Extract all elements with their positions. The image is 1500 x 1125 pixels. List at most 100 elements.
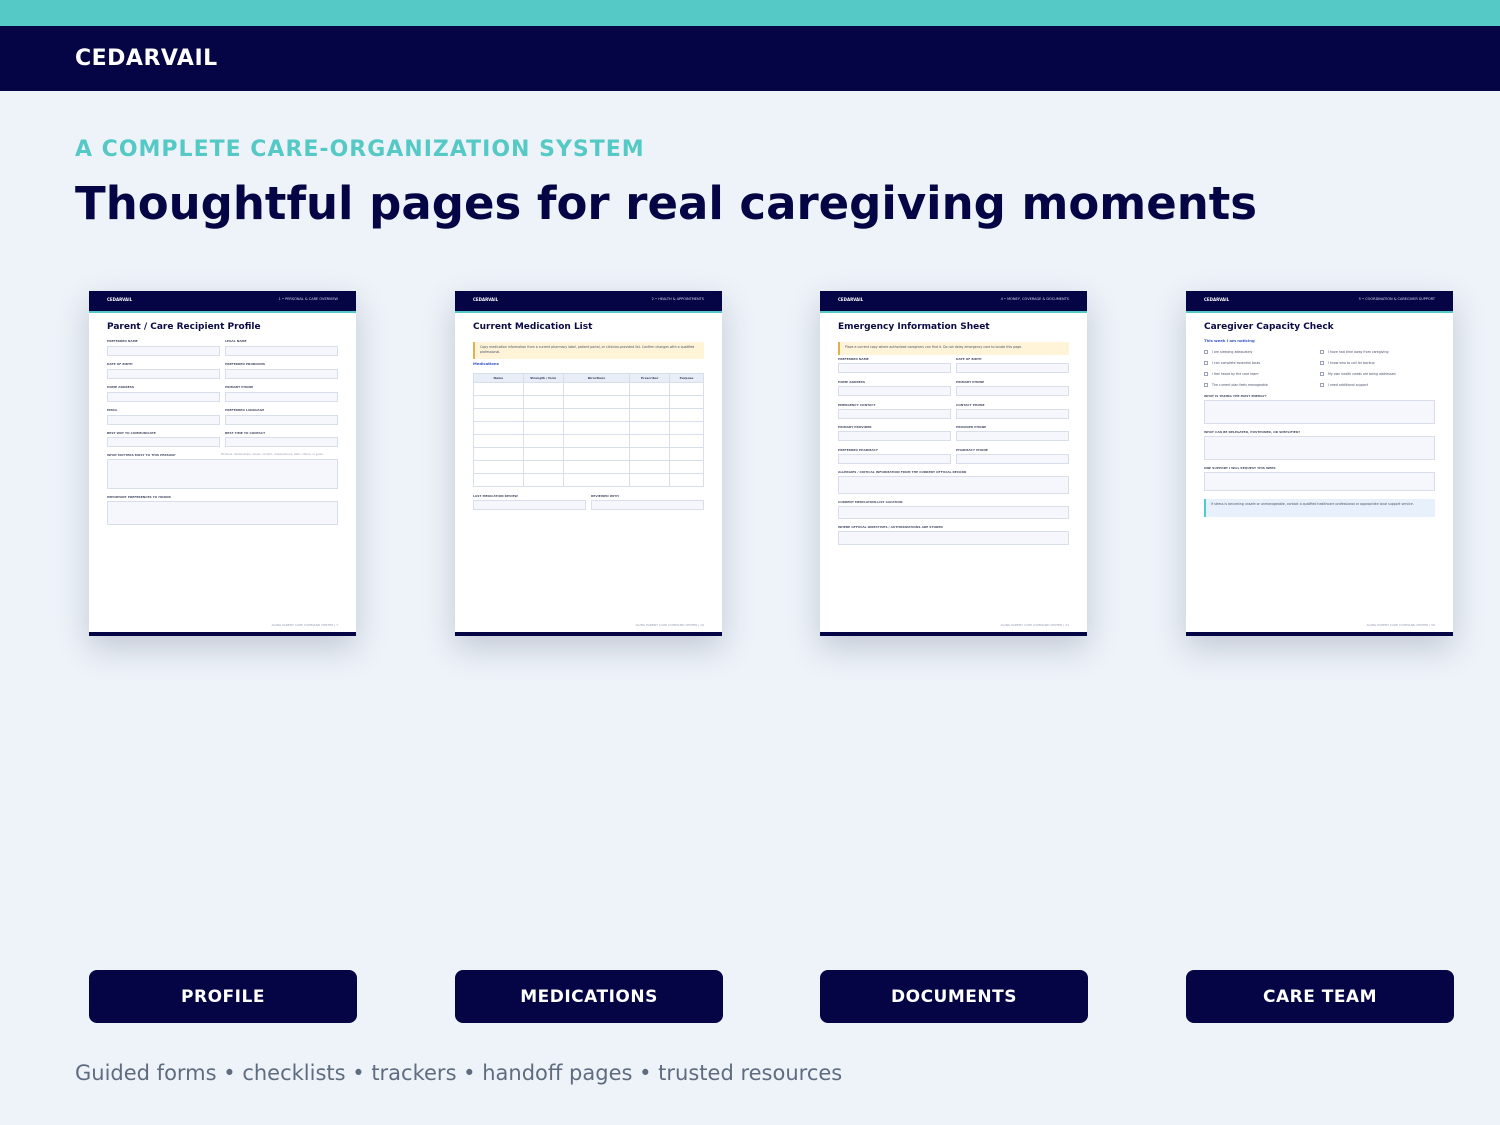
checklist-item: I need additional support (1320, 383, 1368, 387)
checkbox-icon (1320, 350, 1324, 354)
field-label: BEST TIME TO CONTACT (225, 431, 266, 435)
checklist-item: I am sleeping adequately (1204, 350, 1252, 354)
form-field (107, 392, 220, 402)
eyebrow-label: A COMPLETE CARE-ORGANIZATION SYSTEM (75, 137, 645, 162)
form-field (956, 363, 1069, 373)
medication-table: Name Strength / form Directions Prescrib… (473, 373, 704, 487)
form-field (838, 431, 951, 441)
field-label: HOME ADDRESS (838, 380, 865, 384)
field-label: WHAT MATTERS MOST TO THIS PERSON? (107, 453, 176, 457)
field-label: CURRENT MEDICATION-LIST LOCATION (838, 500, 903, 504)
field-label: PREFERRED NAME (838, 357, 869, 361)
field-label: PRIMARY PROVIDER (838, 425, 872, 429)
checklist-item: My own health needs are being addressed (1320, 372, 1396, 376)
field-label: EMAIL (107, 408, 118, 412)
section-subhead: This week I am noticing (1204, 338, 1255, 343)
page-bottom-bar (455, 632, 722, 636)
support-callout: If stress is becoming unsafe or unmanage… (1204, 499, 1435, 517)
top-accent-bar (0, 0, 1500, 26)
field-label: PRIMARY PHONE (956, 380, 985, 384)
care-team-button[interactable]: CARE TEAM (1186, 970, 1454, 1023)
field-label: PROVIDER PHONE (956, 425, 987, 429)
field-label: REVIEWED WITH (591, 494, 619, 498)
form-field (1204, 400, 1435, 424)
field-label: DATE OF BIRTH (956, 357, 982, 361)
form-field (838, 454, 951, 464)
page-brand: CEDARVAIL (473, 297, 499, 302)
table-header-cell: Directions (562, 373, 631, 383)
page-bottom-bar (820, 632, 1087, 636)
page-footer: AGING PARENT CARE COMMAND CENTER | 16 (635, 623, 704, 627)
page-title: Parent / Care Recipient Profile (107, 322, 261, 332)
field-label: ALLERGIES / CRITICAL INFORMATION FROM TH… (838, 470, 967, 474)
form-field (225, 369, 338, 379)
form-field (225, 415, 338, 425)
form-field (107, 369, 220, 379)
profile-button[interactable]: PROFILE (89, 970, 357, 1023)
page-footer: AGING PARENT CARE COMMAND CENTER | 7 (271, 623, 338, 627)
page-footer: AGING PARENT CARE COMMAND CENTER | 56 (1366, 623, 1435, 627)
table-row (473, 447, 704, 461)
form-field (473, 500, 586, 510)
page-section: 2 • HEALTH & APPOINTMENTS (651, 297, 704, 301)
page-brand: CEDARVAIL (838, 297, 864, 302)
form-field (838, 476, 1069, 494)
field-label: PREFERRED LANGUAGE (225, 408, 265, 412)
page-brand: CEDARVAIL (1204, 297, 1230, 302)
form-field (225, 437, 338, 447)
form-field (107, 437, 220, 447)
brand-logo[interactable]: CEDARVAIL (75, 46, 218, 71)
checkbox-icon (1320, 383, 1324, 387)
field-label: PRIMARY PHONE (225, 385, 254, 389)
page-title: Emergency Information Sheet (838, 322, 990, 332)
checkbox-icon (1204, 372, 1208, 376)
field-label: DATE OF BIRTH (107, 362, 133, 366)
field-label: CONTACT PHONE (956, 403, 985, 407)
page-header-bar: CEDARVAIL 4 • MONEY, COVERAGE & DOCUMENT… (820, 291, 1087, 313)
checkbox-icon (1204, 383, 1208, 387)
page-title: Caregiver Capacity Check (1204, 322, 1334, 332)
preview-page-care-team: CEDARVAIL 5 • COORDINATION & CAREGIVER S… (1186, 291, 1453, 636)
field-label: LAST MEDICATION REVIEW (473, 494, 518, 498)
site-header: CEDARVAIL (0, 26, 1500, 91)
form-field (107, 501, 338, 525)
preview-page-documents: CEDARVAIL 4 • MONEY, COVERAGE & DOCUMENT… (820, 291, 1087, 636)
form-field (956, 431, 1069, 441)
medications-button[interactable]: MEDICATIONS (455, 970, 723, 1023)
checkbox-icon (1204, 361, 1208, 365)
page-section: 5 • COORDINATION & CAREGIVER SUPPORT (1358, 297, 1435, 301)
table-header-cell: Purpose (669, 373, 704, 383)
field-label: WHERE OFFICIAL DIRECTIVES / AUTHORIZATIO… (838, 525, 943, 529)
field-label: PREFERRED PHARMACY (838, 448, 878, 452)
table-row (473, 408, 704, 422)
form-field (956, 454, 1069, 464)
checkbox-icon (1320, 361, 1324, 365)
table-row (473, 395, 704, 409)
form-field (1204, 472, 1435, 491)
form-field (956, 409, 1069, 419)
section-subhead: Medications (473, 361, 499, 366)
form-field (107, 459, 338, 489)
page-header-bar: CEDARVAIL 1 • PERSONAL & CARE OVERVIEW (89, 291, 356, 313)
field-label: ONE SUPPORT I WILL REQUEST THIS WEEK (1204, 466, 1276, 470)
field-label: IMPORTANT PREFERENCES TO HONOR (107, 495, 171, 499)
form-field (838, 363, 951, 373)
form-field (838, 409, 951, 419)
table-row (473, 382, 704, 396)
checklist-item: I have had time away from caregiving (1320, 350, 1389, 354)
page-section: 1 • PERSONAL & CARE OVERVIEW (278, 297, 338, 301)
table-row (473, 434, 704, 448)
form-field (225, 346, 338, 356)
page-title: Current Medication List (473, 322, 593, 332)
preview-page-medications: CEDARVAIL 2 • HEALTH & APPOINTMENTS Curr… (455, 291, 722, 636)
checkbox-icon (1204, 350, 1208, 354)
field-label: PREFERRED PRONOUNS (225, 362, 266, 366)
field-label: EMERGENCY CONTACT (838, 403, 876, 407)
documents-button[interactable]: DOCUMENTS (820, 970, 1088, 1023)
field-label: WHAT CAN BE DELEGATED, POSTPONED, OR SIM… (1204, 430, 1301, 434)
page-headline: Thoughtful pages for real caregiving mom… (75, 177, 1258, 230)
form-field (838, 531, 1069, 545)
table-header-cell: Prescriber (629, 373, 671, 383)
field-label: HOME ADDRESS (107, 385, 134, 389)
checklist-item: I feel heard by the care team (1204, 372, 1258, 376)
